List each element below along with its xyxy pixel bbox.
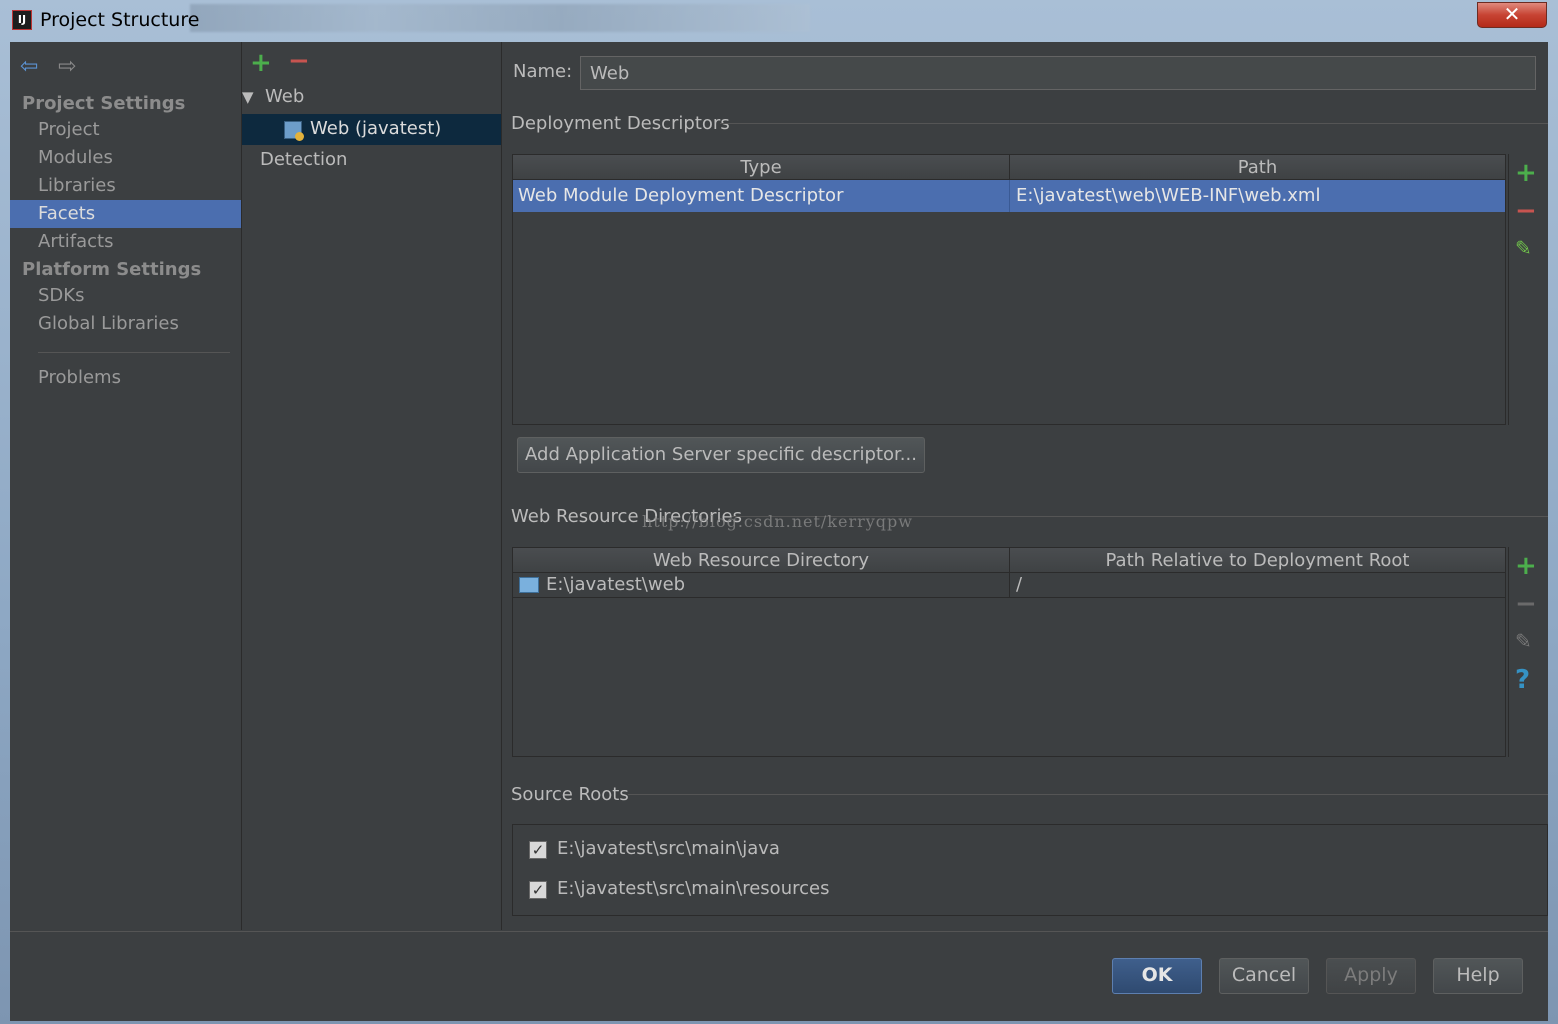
tree-node-detection[interactable]: Detection bbox=[260, 149, 347, 170]
edit-resource-icon[interactable]: ✎ bbox=[1515, 629, 1532, 653]
sidebar-item-facets[interactable]: Facets bbox=[10, 200, 241, 228]
sidebar-item-libraries[interactable]: Libraries bbox=[10, 172, 241, 200]
intellij-app-icon: IJ bbox=[12, 10, 32, 30]
source-roots-list: ✓ E:\javatest\src\main\java ✓ E:\javates… bbox=[512, 824, 1548, 916]
settings-sidebar: ⇦ ⇨ Project Settings Project Modules Lib… bbox=[10, 42, 242, 930]
column-header-type[interactable]: Type bbox=[513, 155, 1009, 179]
title-bar[interactable]: IJ Project Structure ✕ bbox=[0, 0, 1558, 42]
add-resource-icon[interactable]: + bbox=[1515, 551, 1537, 581]
remove-facet-icon[interactable]: − bbox=[288, 46, 310, 76]
back-arrow-icon[interactable]: ⇦ bbox=[20, 54, 38, 79]
table-row[interactable]: Web Module Deployment Descriptor E:\java… bbox=[513, 180, 1505, 212]
watermark-text: http://blog.csdn.net/kerryqpw bbox=[642, 512, 913, 531]
cancel-button[interactable]: Cancel bbox=[1219, 958, 1309, 994]
dialog-footer: OK Cancel Apply Help bbox=[10, 931, 1548, 1021]
source-root-checkbox[interactable]: ✓ bbox=[529, 881, 547, 899]
apply-button[interactable]: Apply bbox=[1326, 958, 1416, 994]
close-window-button[interactable]: ✕ bbox=[1477, 2, 1547, 28]
remove-resource-icon[interactable]: − bbox=[1515, 589, 1537, 619]
facet-tree-panel: + − ▼ Web Web (javatest) Detection bbox=[242, 42, 502, 930]
ok-button[interactable]: OK bbox=[1112, 958, 1202, 994]
column-divider bbox=[1009, 573, 1010, 597]
name-label: Name: bbox=[513, 61, 573, 82]
project-structure-window: IJ Project Structure ✕ ⇦ ⇨ Project Setti… bbox=[0, 0, 1558, 1024]
tree-node-web[interactable]: Web bbox=[265, 86, 304, 107]
section-divider bbox=[720, 123, 1548, 124]
source-root-checkbox[interactable]: ✓ bbox=[529, 841, 547, 859]
window-title: Project Structure bbox=[40, 9, 200, 31]
sidebar-item-project[interactable]: Project bbox=[10, 116, 241, 144]
descriptor-type-cell: Web Module Deployment Descriptor bbox=[518, 185, 844, 206]
column-header-web-resource-directory[interactable]: Web Resource Directory bbox=[513, 548, 1009, 572]
section-divider bbox=[628, 794, 1548, 795]
add-descriptor-icon[interactable]: + bbox=[1515, 158, 1537, 188]
sidebar-item-global-libraries[interactable]: Global Libraries bbox=[10, 310, 241, 338]
source-root-java: E:\javatest\src\main\java bbox=[557, 838, 780, 859]
dialog-client-area: ⇦ ⇨ Project Settings Project Modules Lib… bbox=[10, 42, 1548, 1021]
help-button[interactable]: Help bbox=[1433, 958, 1523, 994]
platform-settings-header: Platform Settings bbox=[22, 259, 202, 280]
source-root-resources: E:\javatest\src\main\resources bbox=[557, 878, 830, 899]
edit-descriptor-icon[interactable]: ✎ bbox=[1515, 236, 1532, 260]
column-header-path[interactable]: Path bbox=[1010, 155, 1505, 179]
column-header-relative-path[interactable]: Path Relative to Deployment Root bbox=[1010, 548, 1505, 572]
table-row[interactable]: E:\javatest\web / bbox=[513, 573, 1505, 598]
sidebar-item-artifacts[interactable]: Artifacts bbox=[10, 228, 241, 256]
web-resource-toolbar: + − ✎ ? bbox=[1508, 547, 1549, 757]
web-resource-table[interactable]: Web Resource Directory Path Relative to … bbox=[512, 547, 1506, 757]
source-roots-heading: Source Roots bbox=[511, 784, 629, 805]
sidebar-item-problems[interactable]: Problems bbox=[10, 364, 241, 392]
sidebar-divider bbox=[38, 352, 230, 353]
table-header: Type Path bbox=[513, 155, 1505, 180]
sidebar-item-sdks[interactable]: SDKs bbox=[10, 282, 241, 310]
web-folder-icon bbox=[519, 577, 539, 593]
resource-directory-cell: E:\javatest\web bbox=[546, 574, 686, 595]
help-question-icon[interactable]: ? bbox=[1515, 665, 1530, 695]
column-divider bbox=[1009, 180, 1010, 212]
deployment-descriptors-table[interactable]: Type Path Web Module Deployment Descript… bbox=[512, 154, 1506, 425]
forward-arrow-icon[interactable]: ⇨ bbox=[58, 54, 76, 79]
remove-descriptor-icon[interactable]: − bbox=[1515, 196, 1537, 226]
table-header: Web Resource Directory Path Relative to … bbox=[513, 548, 1505, 573]
tree-node-web-javatest-label: Web (javatest) bbox=[310, 118, 442, 139]
descriptor-path-cell: E:\javatest\web\WEB-INF\web.xml bbox=[1016, 185, 1321, 206]
web-facet-icon bbox=[284, 121, 304, 141]
add-facet-icon[interactable]: + bbox=[250, 48, 272, 78]
descriptor-toolbar: + − ✎ bbox=[1508, 154, 1549, 425]
background-window-blur bbox=[190, 4, 810, 32]
project-settings-header: Project Settings bbox=[22, 93, 186, 114]
deployment-descriptors-heading: Deployment Descriptors bbox=[511, 113, 730, 134]
facet-editor: Name: Web Deployment Descriptors Type Pa… bbox=[502, 42, 1548, 930]
sidebar-item-modules[interactable]: Modules bbox=[10, 144, 241, 172]
expand-toggle-icon[interactable]: ▼ bbox=[242, 88, 254, 106]
facet-name-field[interactable]: Web bbox=[580, 56, 1536, 90]
add-server-descriptor-button[interactable]: Add Application Server specific descript… bbox=[517, 437, 925, 473]
relative-path-cell: / bbox=[1016, 574, 1023, 595]
